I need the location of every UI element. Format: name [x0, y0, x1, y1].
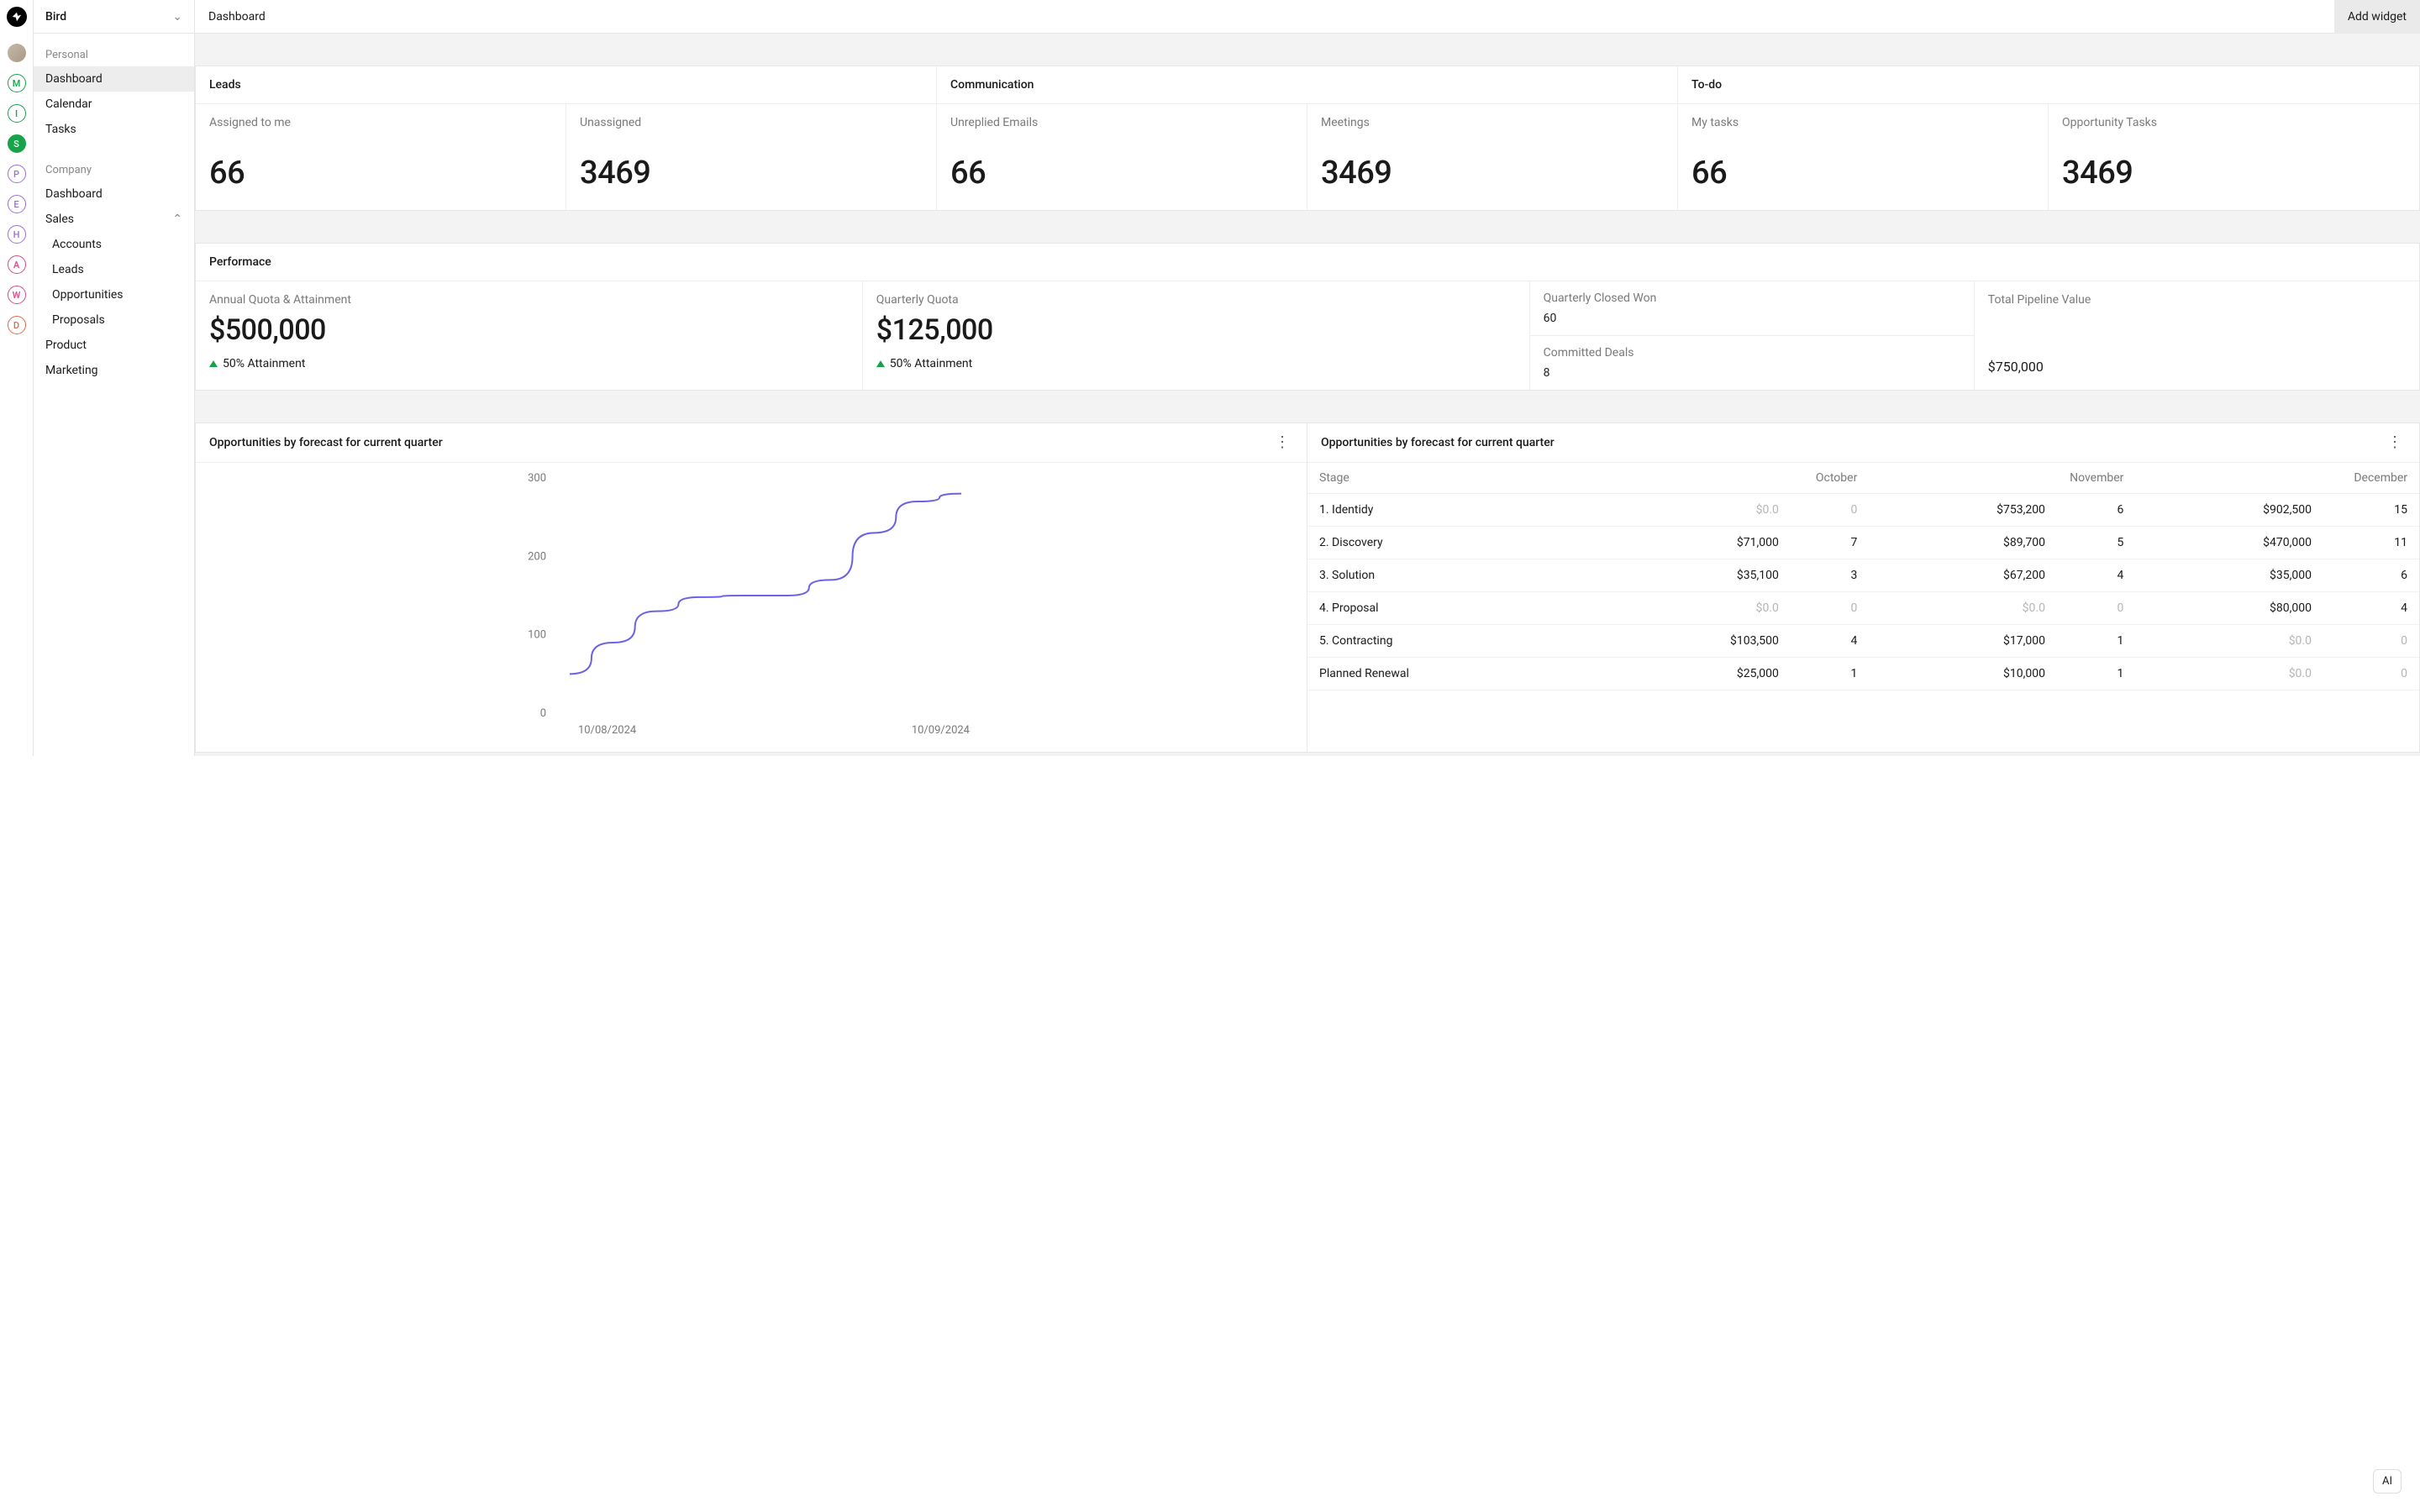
- chevron-up-icon: ⌃: [172, 213, 182, 226]
- chart-card: Opportunities by forecast for current qu…: [195, 423, 1307, 753]
- org-bubble[interactable]: E: [8, 195, 26, 213]
- org-rail: MISPEHAWD: [0, 0, 34, 756]
- kpi-section-leads: Leads: [196, 66, 937, 103]
- workspace-switcher[interactable]: Bird ⌄: [34, 0, 194, 34]
- kpi-section-communication: Communication: [937, 66, 1678, 103]
- org-bubble[interactable]: P: [8, 165, 26, 183]
- sidebar-item-opportunities[interactable]: Opportunities: [34, 282, 194, 307]
- org-bubble[interactable]: H: [8, 225, 26, 244]
- add-widget-button[interactable]: Add widget: [2334, 0, 2420, 34]
- ai-fab[interactable]: AI: [2373, 1469, 2402, 1494]
- performance-title: Performace: [196, 244, 2419, 281]
- forecast-table: Stage October November December 1. Ident…: [1307, 463, 2419, 690]
- col-stage: Stage: [1307, 463, 1602, 494]
- sidebar: Bird ⌄ Personal Dashboard Calendar Tasks…: [34, 0, 195, 756]
- svg-text:10/09/2024: 10/09/2024: [912, 724, 971, 737]
- sidebar-item-personal-dashboard[interactable]: Dashboard: [34, 66, 194, 92]
- col-october: October: [1602, 463, 1869, 494]
- topbar: Dashboard Add widget: [195, 0, 2420, 34]
- table-row[interactable]: 1. Identidy$0.00$753,2006$902,50015: [1307, 494, 2419, 527]
- org-bubble[interactable]: I: [8, 104, 26, 123]
- perf-stack: Quarterly Closed Won 60 Committed Deals …: [1530, 281, 1975, 390]
- arrow-up-icon: [876, 360, 885, 367]
- sidebar-item-tasks[interactable]: Tasks: [34, 117, 194, 142]
- forecast-line-chart: 0 100 200 300 10/08/2024 10/09/2024: [209, 470, 1293, 738]
- svg-text:0: 0: [540, 707, 546, 720]
- kpi-opptasks[interactable]: Opportunity Tasks 3469: [2049, 104, 2419, 210]
- org-bubble[interactable]: D: [8, 316, 26, 334]
- table-row[interactable]: 4. Proposal$0.00$0.00$80,0004: [1307, 592, 2419, 625]
- sidebar-item-company-dashboard[interactable]: Dashboard: [34, 181, 194, 207]
- sidebar-item-marketing[interactable]: Marketing: [34, 358, 194, 383]
- arrow-up-icon: [209, 360, 218, 367]
- table-row[interactable]: 2. Discovery$71,0007$89,7005$470,00011: [1307, 527, 2419, 559]
- kpi-assigned[interactable]: Assigned to me 66: [196, 104, 566, 210]
- sidebar-item-leads[interactable]: Leads: [34, 257, 194, 282]
- org-bubble[interactable]: M: [8, 74, 26, 92]
- kpi-unassigned[interactable]: Unassigned 3469: [566, 104, 937, 210]
- table-card: Opportunities by forecast for current qu…: [1307, 423, 2420, 753]
- perf-pipeline[interactable]: Total Pipeline Value $750,000: [1975, 281, 2419, 390]
- sidebar-item-sales[interactable]: Sales ⌃: [34, 207, 194, 232]
- sidebar-section-personal: Personal: [34, 42, 194, 66]
- kpi-block: Leads Communication To-do Assigned to me…: [195, 66, 2420, 211]
- table-row[interactable]: 5. Contracting$103,5004$17,0001$0.00: [1307, 625, 2419, 658]
- sidebar-section-company: Company: [34, 157, 194, 181]
- table-row[interactable]: Planned Renewal$25,0001$10,0001$0.00: [1307, 658, 2419, 690]
- page-title: Dashboard: [208, 10, 266, 24]
- svg-text:300: 300: [528, 472, 546, 485]
- kpi-unreplied[interactable]: Unreplied Emails 66: [937, 104, 1307, 210]
- perf-committed[interactable]: Committed Deals 8: [1530, 336, 1974, 390]
- app-logo[interactable]: [7, 7, 27, 27]
- perf-closedwon[interactable]: Quarterly Closed Won 60: [1530, 281, 1974, 336]
- more-icon[interactable]: ⋮: [2384, 435, 2406, 450]
- org-bubble[interactable]: S: [8, 134, 26, 153]
- perf-quarterly[interactable]: Quarterly Quota $125,000 50% Attainment: [863, 281, 1530, 390]
- table-row[interactable]: 3. Solution$35,1003$67,2004$35,0006: [1307, 559, 2419, 592]
- performance-block: Performace Annual Quota & Attainment $50…: [195, 243, 2420, 391]
- chevron-down-icon: ⌄: [172, 10, 182, 24]
- org-bubble[interactable]: W: [8, 286, 26, 304]
- svg-text:100: 100: [528, 629, 546, 642]
- table-title: Opportunities by forecast for current qu…: [1321, 436, 1555, 449]
- svg-text:10/08/2024: 10/08/2024: [578, 724, 637, 737]
- workspace-name: Bird: [45, 10, 66, 24]
- org-bubble[interactable]: A: [8, 255, 26, 274]
- chart-title: Opportunities by forecast for current qu…: [209, 436, 443, 449]
- sidebar-item-calendar[interactable]: Calendar: [34, 92, 194, 117]
- kpi-mytasks[interactable]: My tasks 66: [1678, 104, 2049, 210]
- col-november: November: [1869, 463, 2135, 494]
- col-december: December: [2135, 463, 2419, 494]
- perf-annual[interactable]: Annual Quota & Attainment $500,000 50% A…: [196, 281, 863, 390]
- kpi-meetings[interactable]: Meetings 3469: [1307, 104, 1678, 210]
- svg-text:200: 200: [528, 550, 546, 563]
- sidebar-item-product[interactable]: Product: [34, 333, 194, 358]
- sidebar-item-proposals[interactable]: Proposals: [34, 307, 194, 333]
- kpi-section-todo: To-do: [1678, 66, 2419, 103]
- more-icon[interactable]: ⋮: [1271, 435, 1293, 450]
- user-avatar[interactable]: [8, 44, 26, 62]
- main: Dashboard Add widget Leads Communication…: [195, 0, 2420, 756]
- sidebar-item-accounts[interactable]: Accounts: [34, 232, 194, 257]
